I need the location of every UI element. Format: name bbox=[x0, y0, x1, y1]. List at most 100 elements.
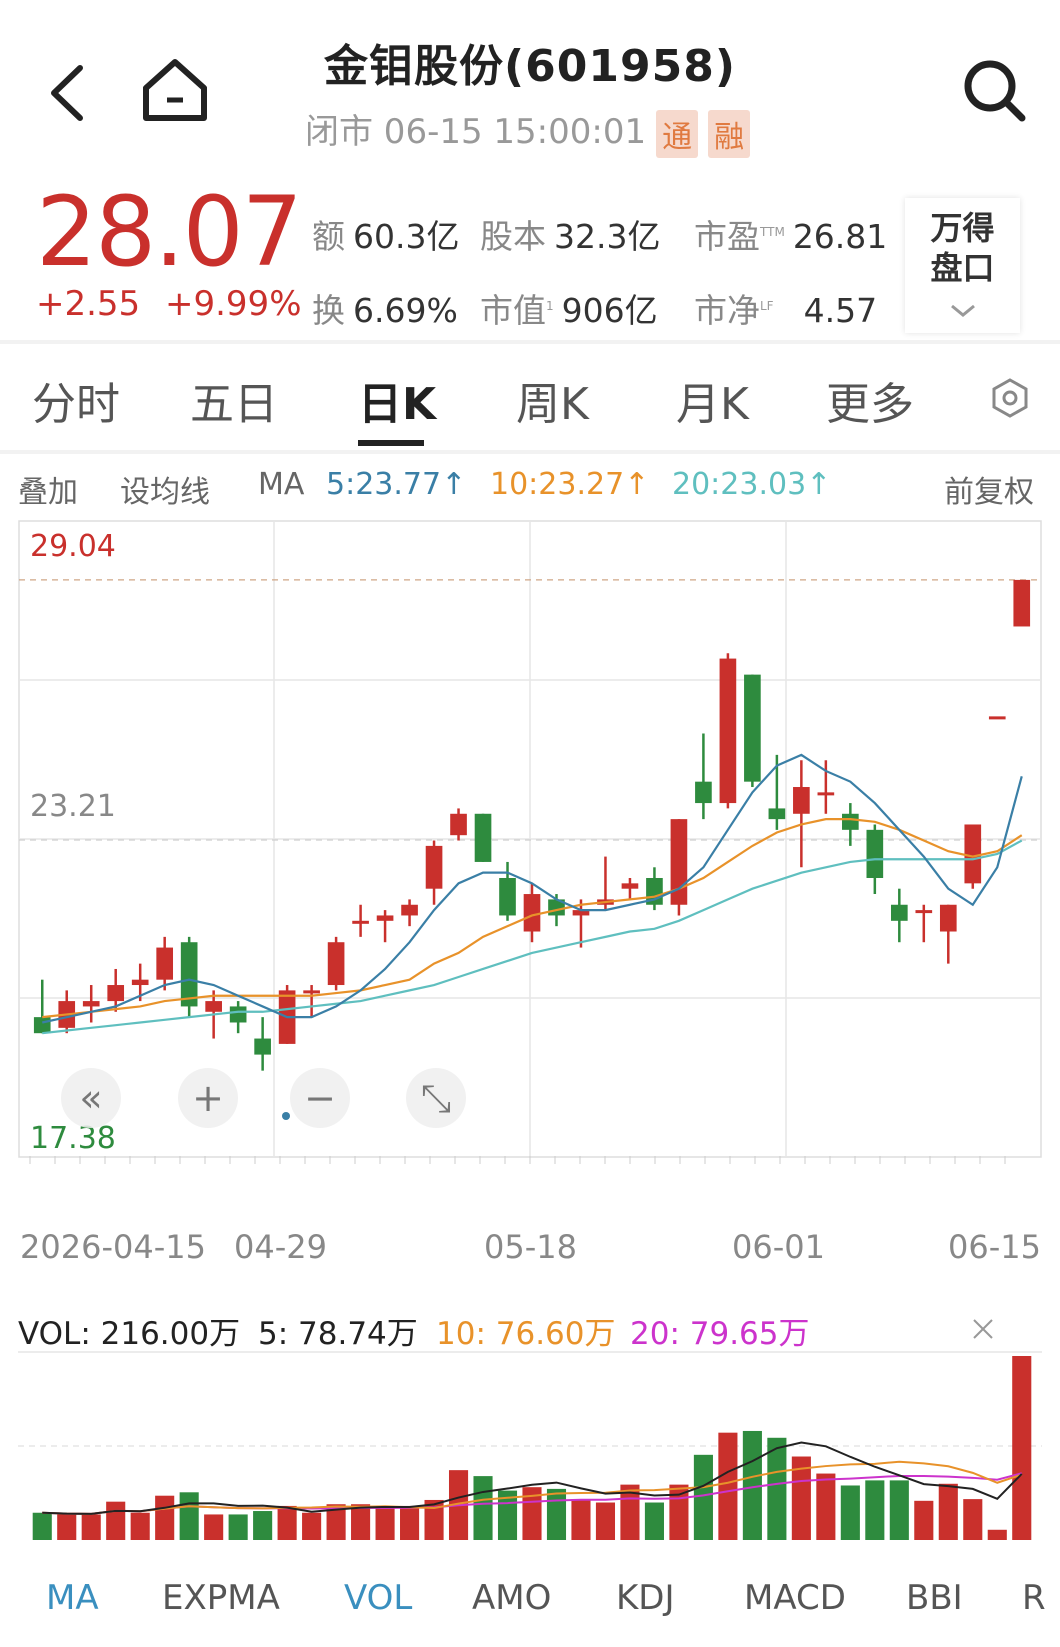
wind-panel-button[interactable]: 万得 盘口 bbox=[905, 198, 1020, 333]
volume-bar bbox=[938, 1483, 958, 1540]
market-status: 闭市 06-15 15:00:01 通融 bbox=[305, 104, 751, 158]
candle-body bbox=[107, 985, 125, 1002]
volume-bar bbox=[816, 1473, 836, 1540]
volume-bar bbox=[375, 1507, 395, 1540]
tab-intraday[interactable]: 分时 bbox=[32, 368, 120, 432]
status-text: 闭市 06-15 15:00:01 bbox=[305, 112, 647, 152]
tab-daily-k[interactable]: 日K bbox=[358, 368, 436, 432]
candle-body bbox=[254, 1038, 271, 1055]
rewind-icon-glyph: « bbox=[79, 1076, 102, 1120]
volume-bar bbox=[963, 1499, 983, 1540]
tab-five-day[interactable]: 五日 bbox=[190, 368, 278, 432]
indicator-tab-kdj[interactable]: KDJ bbox=[616, 1578, 675, 1618]
candle-body bbox=[131, 979, 149, 986]
volume-bar bbox=[130, 1512, 150, 1540]
volume-bar bbox=[155, 1495, 175, 1540]
ma10-value: 10:23.27↑ bbox=[490, 467, 650, 502]
volume-bar bbox=[106, 1501, 126, 1540]
candle-body bbox=[33, 1017, 51, 1034]
candle-body bbox=[915, 910, 933, 914]
candle-body bbox=[327, 942, 345, 986]
indicator-tab-macd[interactable]: MACD bbox=[744, 1578, 846, 1618]
settings-icon[interactable] bbox=[990, 378, 1030, 418]
tab-more[interactable]: 更多 bbox=[826, 368, 914, 432]
price-change: +2.55 bbox=[36, 284, 141, 324]
volume-bar bbox=[546, 1488, 567, 1540]
set-ma-button[interactable]: 设均线 bbox=[120, 467, 210, 511]
candle-body bbox=[229, 1006, 247, 1023]
pb-value: 4.57 bbox=[803, 291, 878, 330]
volume-bar bbox=[1012, 1356, 1032, 1540]
amount-stat: 额 60.3亿 bbox=[312, 210, 459, 258]
zoom-out-icon-glyph: − bbox=[304, 1076, 336, 1120]
wind-line2: 盘口 bbox=[930, 249, 995, 287]
mktcap-value: 906亿 bbox=[561, 291, 658, 330]
amount-value: 60.3亿 bbox=[353, 217, 460, 256]
tab-monthly-k[interactable]: 月K bbox=[676, 368, 749, 432]
vol-ma5: 5: 78.74万 bbox=[258, 1316, 418, 1352]
indicator-tab-ma[interactable]: MA bbox=[46, 1578, 99, 1618]
volume-bar bbox=[914, 1500, 934, 1540]
adjust-button[interactable]: 前复权 bbox=[944, 467, 1034, 511]
candle-body bbox=[744, 674, 761, 782]
volume-bar bbox=[400, 1505, 420, 1540]
overlay-button[interactable]: 叠加 bbox=[18, 467, 78, 511]
candle-body bbox=[82, 1001, 100, 1007]
pe-sup: TTM bbox=[760, 225, 785, 239]
pe-value: 26.81 bbox=[792, 217, 888, 256]
indicator-tab-bbi[interactable]: BBI bbox=[906, 1578, 963, 1618]
indicator-tab-amo[interactable]: AMO bbox=[472, 1578, 551, 1618]
kline-chart[interactable]: 29.04 23.21 17.38« + − ⤡ bbox=[18, 520, 1042, 1220]
volume-bar bbox=[473, 1476, 493, 1540]
volume-bar bbox=[204, 1514, 224, 1540]
x-label: 06-15 bbox=[948, 1228, 1041, 1266]
tong-badge: 通 bbox=[656, 109, 699, 158]
volume-bar bbox=[644, 1502, 664, 1540]
pb-label: 市净 bbox=[694, 291, 760, 330]
candle-body bbox=[425, 845, 443, 889]
indicator-tab-r[interactable]: R bbox=[1022, 1578, 1046, 1618]
volume-bar bbox=[987, 1529, 1007, 1540]
search-icon[interactable] bbox=[960, 56, 1030, 126]
volume-bar bbox=[718, 1432, 738, 1540]
volume-bar bbox=[277, 1505, 297, 1540]
candle-body bbox=[793, 787, 810, 814]
rong-badge: 融 bbox=[708, 109, 751, 158]
candle-body bbox=[205, 1001, 222, 1012]
ma20-value: 20:23.03↑ bbox=[672, 467, 832, 502]
candle-body bbox=[303, 990, 320, 994]
vol-value: VOL: 216.00万 bbox=[18, 1316, 241, 1352]
indicator-tab-expma[interactable]: EXPMA bbox=[162, 1578, 280, 1618]
capital-stat: 股本 32.3亿 bbox=[480, 210, 660, 258]
candle-body bbox=[523, 894, 541, 932]
mktcap-sup: 1 bbox=[546, 299, 554, 313]
volume-bar bbox=[228, 1514, 248, 1540]
candle-body bbox=[939, 904, 957, 932]
indicator-tab-vol[interactable]: VOL bbox=[344, 1578, 412, 1618]
stock-title: 金钼股份(601958) bbox=[324, 41, 736, 92]
volume-bar bbox=[179, 1492, 199, 1540]
pe-stat: 市盈TTM 26.81 bbox=[694, 210, 887, 258]
y-axis-label: 17.38 bbox=[30, 1121, 116, 1156]
candle-body bbox=[621, 883, 639, 889]
tab-weekly-k[interactable]: 周K bbox=[516, 368, 589, 432]
candle-body bbox=[474, 813, 492, 862]
capital-value: 32.3亿 bbox=[554, 217, 661, 256]
candle-body bbox=[352, 920, 369, 924]
volume-bar bbox=[840, 1485, 860, 1540]
candle-body bbox=[842, 813, 859, 830]
active-tab-indicator bbox=[358, 440, 424, 446]
candle-body bbox=[964, 824, 982, 884]
expand-icon-glyph: ⤡ bbox=[421, 1076, 451, 1120]
candle-body bbox=[695, 781, 712, 804]
volume-bar bbox=[571, 1499, 591, 1540]
pb-sup: LF bbox=[760, 299, 774, 313]
divider bbox=[0, 340, 1060, 344]
candle-body bbox=[156, 947, 174, 980]
home-icon[interactable] bbox=[140, 56, 210, 126]
back-icon[interactable] bbox=[44, 58, 94, 128]
divider bbox=[0, 450, 1060, 454]
volume-bar bbox=[767, 1437, 787, 1540]
close-icon[interactable] bbox=[970, 1316, 996, 1346]
candle-body bbox=[988, 716, 1006, 720]
